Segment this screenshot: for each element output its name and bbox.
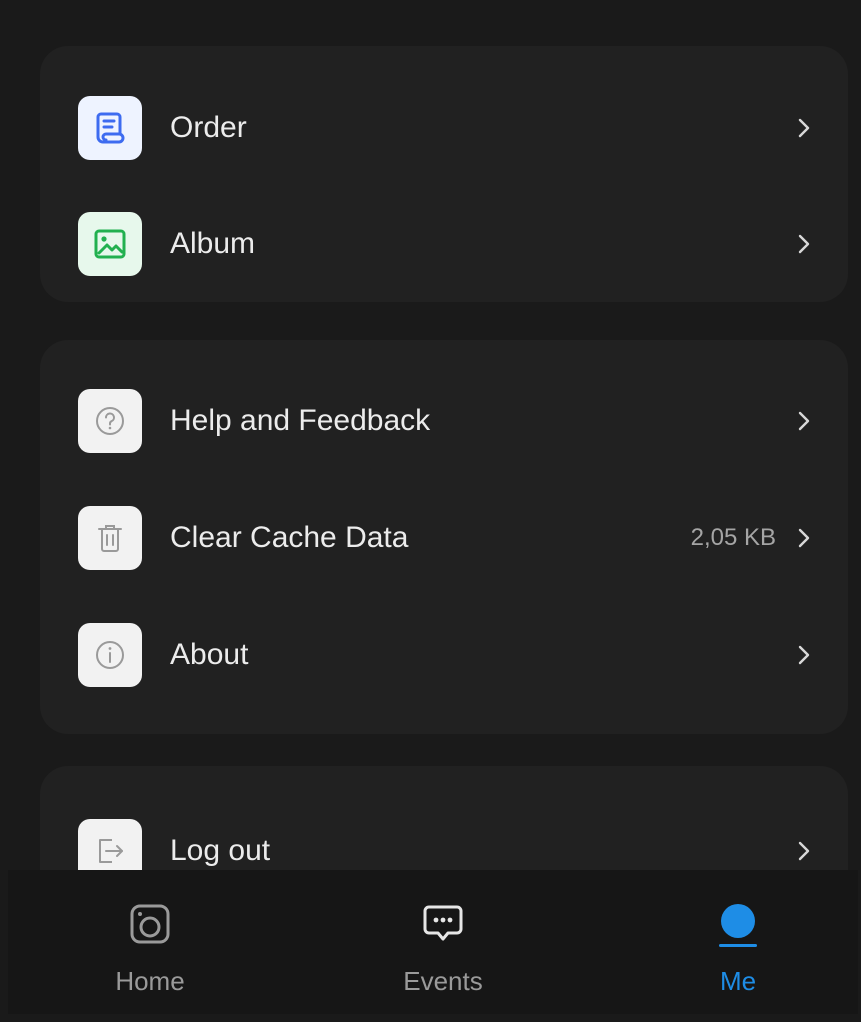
menu-item-label: About <box>170 638 249 671</box>
tab-label: Events <box>403 966 483 996</box>
bottom-tab-bar: Home Events Me <box>8 870 858 1014</box>
chevron-right-icon <box>794 116 814 140</box>
menu-item-about[interactable]: About <box>40 615 848 695</box>
chat-icon <box>419 900 467 953</box>
menu-card-primary: Order Album <box>40 46 848 302</box>
menu-item-album[interactable]: Album <box>40 204 848 284</box>
chevron-right-icon <box>794 643 814 667</box>
tab-events[interactable]: Events <box>343 870 543 1014</box>
tab-label: Me <box>719 966 757 996</box>
menu-item-label: Help and Feedback <box>170 404 431 437</box>
chevron-right-icon <box>794 839 814 863</box>
trash-icon <box>78 506 142 570</box>
menu-item-help-feedback[interactable]: Help and Feedback <box>40 381 848 461</box>
tab-label: Home <box>115 966 185 996</box>
menu-card-support: Help and Feedback Clear Cache Data 2,05 … <box>40 340 848 734</box>
info-icon <box>78 623 142 687</box>
chevron-right-icon <box>794 409 814 433</box>
help-icon <box>78 389 142 453</box>
menu-item-label: Album <box>170 227 256 260</box>
cache-size-value: 2,05 KB <box>690 524 776 551</box>
menu-item-label: Log out <box>170 834 271 867</box>
order-icon <box>78 96 142 160</box>
user-icon <box>714 900 762 953</box>
tab-me[interactable]: Me <box>638 870 838 1014</box>
chevron-right-icon <box>794 526 814 550</box>
settings-screen: Order Album Help and Feedback Clear Cach… <box>8 10 858 1014</box>
camera-icon <box>126 900 174 953</box>
menu-item-label: Clear Cache Data <box>170 521 409 554</box>
chevron-right-icon <box>794 232 814 256</box>
tab-home[interactable]: Home <box>50 870 250 1014</box>
menu-item-order[interactable]: Order <box>40 88 848 168</box>
menu-item-clear-cache[interactable]: Clear Cache Data 2,05 KB <box>40 498 848 578</box>
menu-item-label: Order <box>170 111 247 144</box>
album-icon <box>78 212 142 276</box>
